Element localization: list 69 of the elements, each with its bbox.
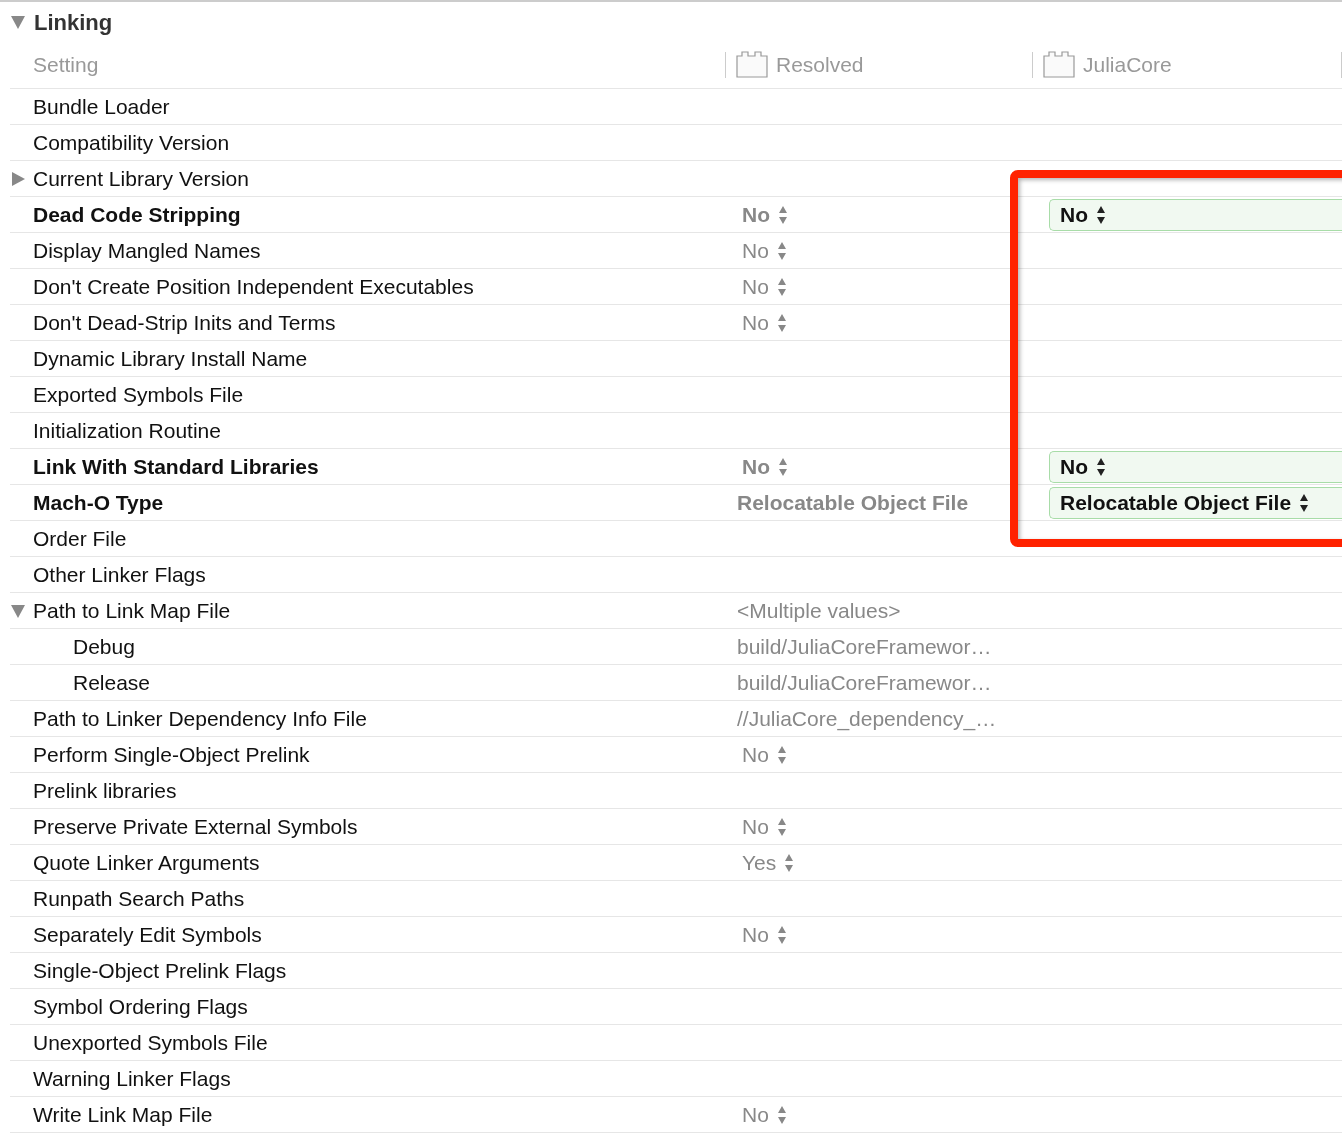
setting-name: Symbol Ordering Flags	[33, 993, 248, 1020]
setting-name: Quote Linker Arguments	[33, 849, 260, 876]
value-popup[interactable]: No	[742, 450, 788, 483]
setting-name: Path to Link Map File	[33, 597, 231, 624]
setting-name: Single-Object Prelink Flags	[33, 957, 287, 984]
setting-name: Separately Edit Symbols	[33, 921, 262, 948]
value-popup[interactable]: No	[742, 234, 787, 267]
expanded-triangle-icon[interactable]	[10, 602, 26, 619]
setting-name: Path to Linker Dependency Info File	[33, 705, 367, 732]
expanded-triangle-icon[interactable]	[10, 14, 26, 30]
value-popup[interactable]: No	[742, 306, 787, 339]
column-header: JuliaCore	[1083, 52, 1172, 79]
value-popup[interactable]: No	[742, 738, 787, 771]
stepper-icon	[778, 456, 788, 477]
setting-name: Display Mangled Names	[33, 237, 261, 264]
bundle-icon	[1043, 51, 1075, 79]
value-popup[interactable]: No	[742, 1098, 787, 1131]
value-popup[interactable]: No	[742, 198, 788, 231]
value-text: //JuliaCore_dependency_…	[737, 705, 997, 733]
stepper-icon	[1096, 456, 1106, 477]
setting-name: Compatibility Version	[33, 129, 230, 156]
setting-name: Current Library Version	[33, 165, 249, 192]
setting-name: Link With Standard Libraries	[33, 453, 319, 480]
setting-name: Initialization Routine	[33, 417, 221, 444]
setting-name: Dynamic Library Install Name	[33, 345, 308, 372]
stepper-icon	[778, 204, 788, 225]
column-header: Setting	[33, 53, 99, 77]
stepper-icon	[784, 852, 795, 873]
stepper-icon	[776, 312, 787, 333]
value-popup[interactable]: No	[1049, 450, 1342, 483]
stepper-icon	[1299, 492, 1310, 513]
stepper-icon	[776, 276, 787, 297]
setting-name: Write Link Map File	[33, 1101, 213, 1128]
setting-name: Dead Code Stripping	[33, 201, 241, 228]
setting-name: Unexported Symbols File	[33, 1029, 268, 1056]
value-popup[interactable]: No	[742, 810, 787, 843]
stepper-icon	[776, 240, 787, 261]
setting-name: Don't Dead-Strip Inits and Terms	[33, 309, 336, 336]
value-popup[interactable]: No	[742, 918, 787, 951]
setting-name: Order File	[33, 525, 127, 552]
setting-name: Exported Symbols File	[33, 381, 244, 408]
setting-name: Prelink libraries	[33, 777, 177, 804]
setting-name: Preserve Private External Symbols	[33, 813, 358, 840]
value-text: <Multiple values>	[737, 597, 901, 624]
value-popup[interactable]: No	[1049, 198, 1342, 231]
setting-name: Release	[73, 669, 151, 696]
value-popup[interactable]: No	[742, 270, 787, 303]
setting-name: Don't Create Position Independent Executables	[33, 273, 474, 300]
setting-name: Bundle Loader	[33, 93, 170, 120]
stepper-icon	[1096, 204, 1106, 225]
setting-name: Warning Linker Flags	[33, 1065, 231, 1092]
setting-name: Perform Single-Object Prelink	[33, 741, 310, 768]
value-text: build/JuliaCoreFramewor…	[737, 669, 992, 696]
value-text: Relocatable Object File	[737, 489, 969, 516]
value-text: build/JuliaCoreFramewor…	[737, 633, 992, 660]
setting-name: Runpath Search Paths	[33, 885, 245, 912]
value-popup[interactable]: Relocatable Object File	[1049, 486, 1342, 519]
section-title: Linking	[34, 8, 113, 37]
stepper-icon	[776, 924, 787, 945]
stepper-icon	[776, 744, 787, 765]
value-popup[interactable]: Yes	[742, 846, 795, 879]
stepper-icon	[776, 1104, 787, 1125]
setting-name: Other Linker Flags	[33, 561, 206, 588]
column-header: Resolved	[776, 52, 864, 79]
collapsed-triangle-icon[interactable]	[10, 170, 26, 187]
setting-name: Mach-O Type	[33, 489, 164, 516]
setting-name: Debug	[73, 633, 135, 660]
bundle-icon	[736, 51, 768, 79]
stepper-icon	[776, 816, 787, 837]
